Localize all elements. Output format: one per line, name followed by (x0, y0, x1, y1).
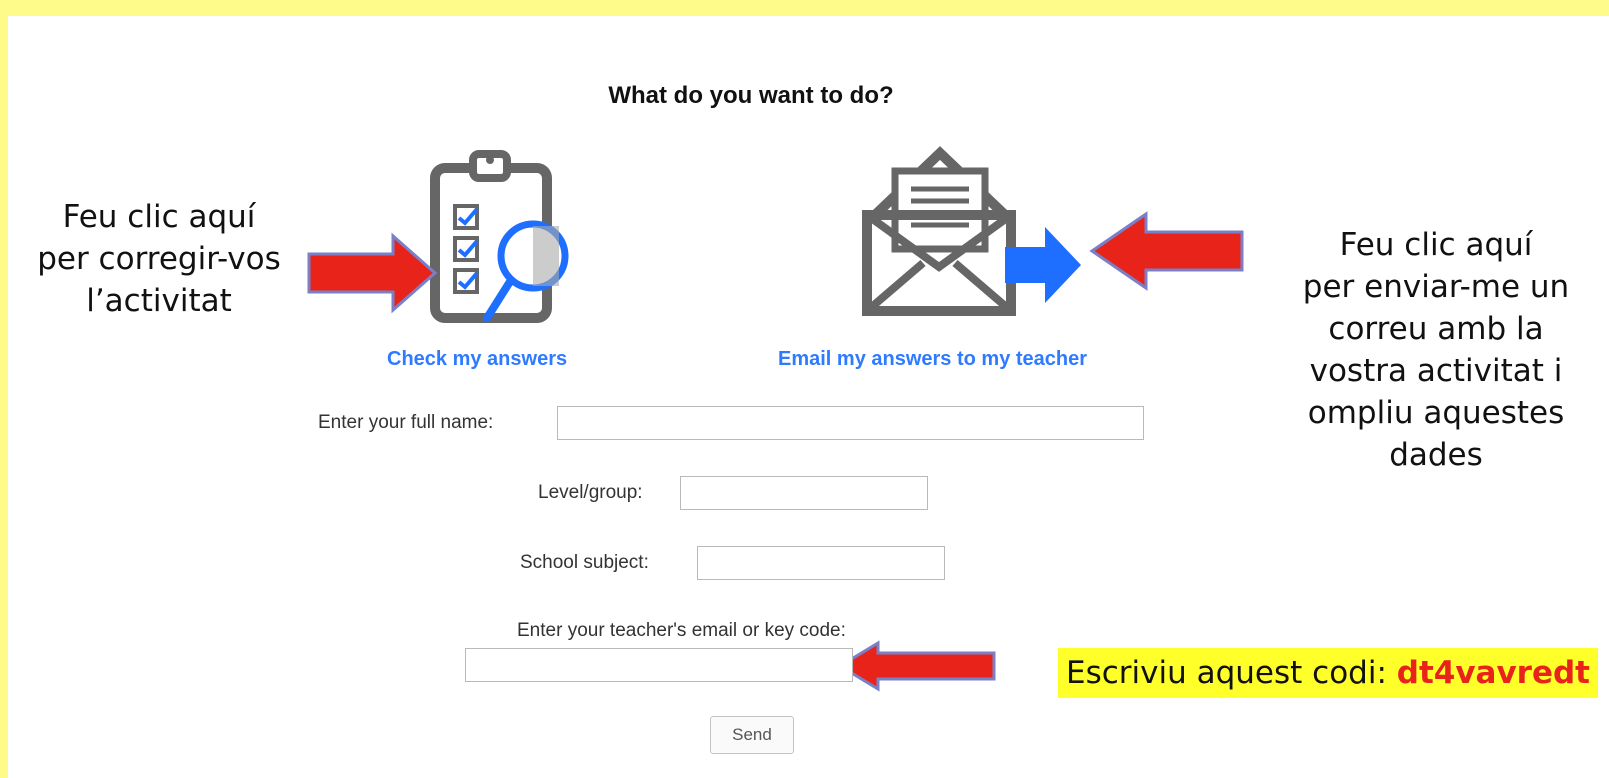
full-name-label: Enter your full name: (318, 412, 494, 433)
teacher-code-input[interactable] (465, 648, 853, 682)
envelope-send-icon[interactable] (855, 145, 1095, 325)
level-group-input[interactable] (680, 476, 928, 510)
left-instruction-note: Feu clic aquí per corregir-vos l’activit… (14, 196, 304, 322)
teacher-code-label: Enter your teacher's email or key code: (517, 620, 846, 641)
code-instruction: Escriviu aquest codi: dt4vavredt (1058, 648, 1599, 698)
note-line: Feu clic aquí (1339, 227, 1533, 263)
note-line: dades (1389, 437, 1483, 473)
note-line: Feu clic aquí (62, 199, 256, 235)
check-answers-link[interactable]: Check my answers (387, 348, 567, 371)
note-line: per corregir-vos (37, 241, 281, 277)
note-line: ompliu aquestes (1307, 395, 1565, 431)
code-value: dt4vavredt (1396, 655, 1591, 691)
page-heading: What do you want to do? (608, 82, 894, 109)
level-group-label: Level/group: (538, 482, 643, 503)
note-line: per enviar-me un (1302, 269, 1570, 305)
code-prefix: Escriviu aquest codi: (1066, 655, 1397, 691)
school-subject-input[interactable] (697, 546, 945, 580)
full-name-input[interactable] (557, 406, 1144, 440)
right-instruction-note: Feu clic aquí per enviar-me un correu am… (1270, 224, 1602, 476)
school-subject-label: School subject: (520, 552, 649, 573)
email-teacher-link[interactable]: Email my answers to my teacher (778, 348, 1087, 371)
note-line: l’activitat (86, 283, 232, 319)
note-line: vostra activitat i (1309, 353, 1563, 389)
arrow-left-icon (837, 640, 996, 692)
send-button[interactable]: Send (710, 716, 794, 754)
note-line: correu amb la (1328, 311, 1544, 347)
clipboard-check-icon[interactable] (425, 148, 585, 328)
arrow-right-icon (307, 232, 438, 314)
arrow-left-icon (1089, 211, 1244, 291)
